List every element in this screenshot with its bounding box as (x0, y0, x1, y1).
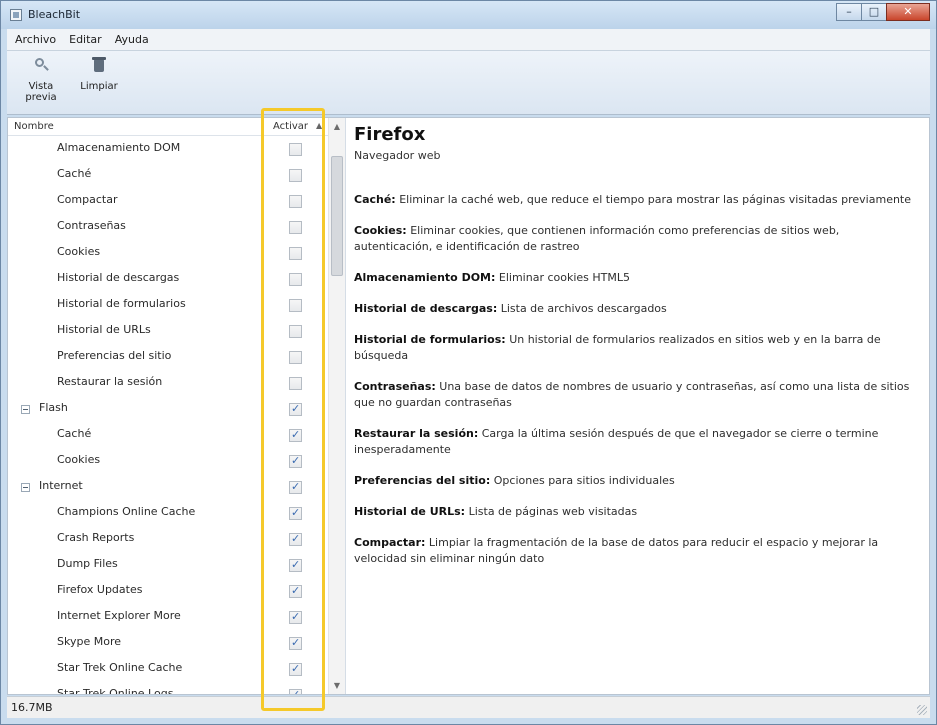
maximize-button[interactable]: □ (861, 3, 887, 21)
description-item: Historial de URLs: Lista de páginas web … (354, 504, 916, 520)
clean-label: Limpiar (80, 81, 118, 92)
tree-row-label: Caché (57, 427, 92, 440)
tree-row-label: Star Trek Online Logs (57, 687, 174, 694)
detail-title: Firefox (354, 124, 426, 145)
description-item: Cookies: Eliminar cookies, que contienen… (354, 223, 916, 255)
description-term: Cookies: (354, 224, 407, 237)
window-controls: – □ ✕ (836, 3, 930, 21)
tree-row-label: Firefox Updates (57, 583, 143, 596)
close-icon: ✕ (903, 5, 913, 18)
description-term: Compactar: (354, 536, 426, 549)
collapse-icon[interactable] (21, 405, 30, 414)
activar-column-highlight (261, 108, 325, 711)
tree-row-label: Historial de formularios (57, 297, 186, 310)
description-item: Restaurar la sesión: Carga la última ses… (354, 426, 916, 458)
status-size: 16.7MB (11, 701, 53, 714)
tree-row-label: Cookies (57, 453, 101, 466)
description-term: Caché: (354, 193, 396, 206)
description-text: Eliminar cookies, que contienen informac… (354, 224, 840, 253)
detail-panel: Firefox Navegador web Caché: Eliminar la… (354, 124, 916, 582)
maximize-icon: □ (868, 5, 880, 18)
description-term: Historial de formularios: (354, 333, 506, 346)
description-item: Contraseñas: Una base de datos de nombre… (354, 379, 916, 411)
column-header-name[interactable]: Nombre (14, 121, 54, 132)
minimize-icon: – (846, 5, 852, 18)
tree-row-label: Dump Files (57, 557, 118, 570)
description-term: Restaurar la sesión: (354, 427, 479, 440)
tree-row-label: Internet (39, 479, 83, 492)
tree-row-label: Caché (57, 167, 92, 180)
main-content: Nombre Activar ▲ Almacenamiento DOM Caché… (7, 117, 930, 695)
tree-row-label: Restaurar la sesión (57, 375, 163, 388)
tree-row-label: Historial de descargas (57, 271, 180, 284)
tree-row-label: Historial de URLs (57, 323, 151, 336)
menu-ayuda[interactable]: Ayuda (115, 33, 149, 46)
description-text: Limpiar la fragmentación de la base de d… (354, 536, 879, 565)
description-text: Opciones para sitios individuales (493, 474, 675, 487)
clean-button[interactable]: Limpiar (73, 57, 125, 92)
description-item: Historial de formularios: Un historial d… (354, 332, 916, 364)
resize-grip-icon[interactable] (917, 705, 927, 715)
collapse-icon[interactable] (21, 483, 30, 492)
description-item: Historial de descargas: Lista de archivo… (354, 301, 916, 317)
detail-subtitle: Navegador web (354, 149, 441, 162)
tree-row-label: Skype More (57, 635, 121, 648)
tree-row-label: Contraseñas (57, 219, 126, 232)
tree-row-label: Champions Online Cache (57, 505, 196, 518)
description-item: Almacenamiento DOM: Eliminar cookies HTM… (354, 270, 916, 286)
app-icon (10, 9, 22, 21)
window-title: BleachBit (28, 8, 81, 21)
tree-row-label: Star Trek Online Cache (57, 661, 183, 674)
magnifier-icon (32, 57, 50, 75)
preview-button[interactable]: Vista previa (13, 57, 69, 103)
description-term: Preferencias del sitio: (354, 474, 491, 487)
tree-row-label: Almacenamiento DOM (57, 141, 181, 154)
toolbar: Vista previa Limpiar (7, 51, 930, 115)
scrollbar-thumb[interactable] (331, 156, 343, 276)
status-bar: 16.7MB (7, 696, 930, 718)
scroll-down-icon[interactable]: ▼ (329, 677, 345, 694)
description-term: Historial de descargas: (354, 302, 498, 315)
minimize-button[interactable]: – (836, 3, 862, 21)
tree-row-label: Preferencias del sitio (57, 349, 172, 362)
description-text: Una base de datos de nombres de usuario … (354, 380, 910, 409)
description-item: Caché: Eliminar la caché web, que reduce… (354, 192, 916, 208)
preview-label: Vista previa (25, 81, 57, 103)
description-term: Contraseñas: (354, 380, 436, 393)
title-bar[interactable]: BleachBit – □ ✕ (1, 1, 936, 29)
menu-editar[interactable]: Editar (69, 33, 102, 46)
description-text: Lista de archivos descargados (500, 302, 667, 315)
app-window: BleachBit – □ ✕ Archivo Editar Ayuda Vis… (0, 0, 937, 725)
description-term: Historial de URLs: (354, 505, 466, 518)
tree-row-label: Internet Explorer More (57, 609, 181, 622)
description-text: Eliminar cookies HTML5 (498, 271, 631, 284)
description-item: Preferencias del sitio: Opciones para si… (354, 473, 916, 489)
tree-row-label: Cookies (57, 245, 101, 258)
scroll-up-icon[interactable]: ▲ (329, 118, 345, 135)
tree-row-label: Crash Reports (57, 531, 135, 544)
tree-row-label: Flash (39, 401, 68, 414)
description-list: Caché: Eliminar la caché web, que reduce… (354, 192, 916, 567)
trash-bin-icon (90, 57, 108, 75)
menu-archivo[interactable]: Archivo (15, 33, 56, 46)
close-button[interactable]: ✕ (886, 3, 930, 21)
tree-row-label: Compactar (57, 193, 118, 206)
menu-bar: Archivo Editar Ayuda (7, 29, 930, 51)
description-text: Lista de páginas web visitadas (468, 505, 638, 518)
description-item: Compactar: Limpiar la fragmentación de l… (354, 535, 916, 567)
tree-scrollbar[interactable]: ▲ ▼ (328, 118, 345, 694)
description-term: Almacenamiento DOM: (354, 271, 496, 284)
description-text: Eliminar la caché web, que reduce el tie… (399, 193, 912, 206)
